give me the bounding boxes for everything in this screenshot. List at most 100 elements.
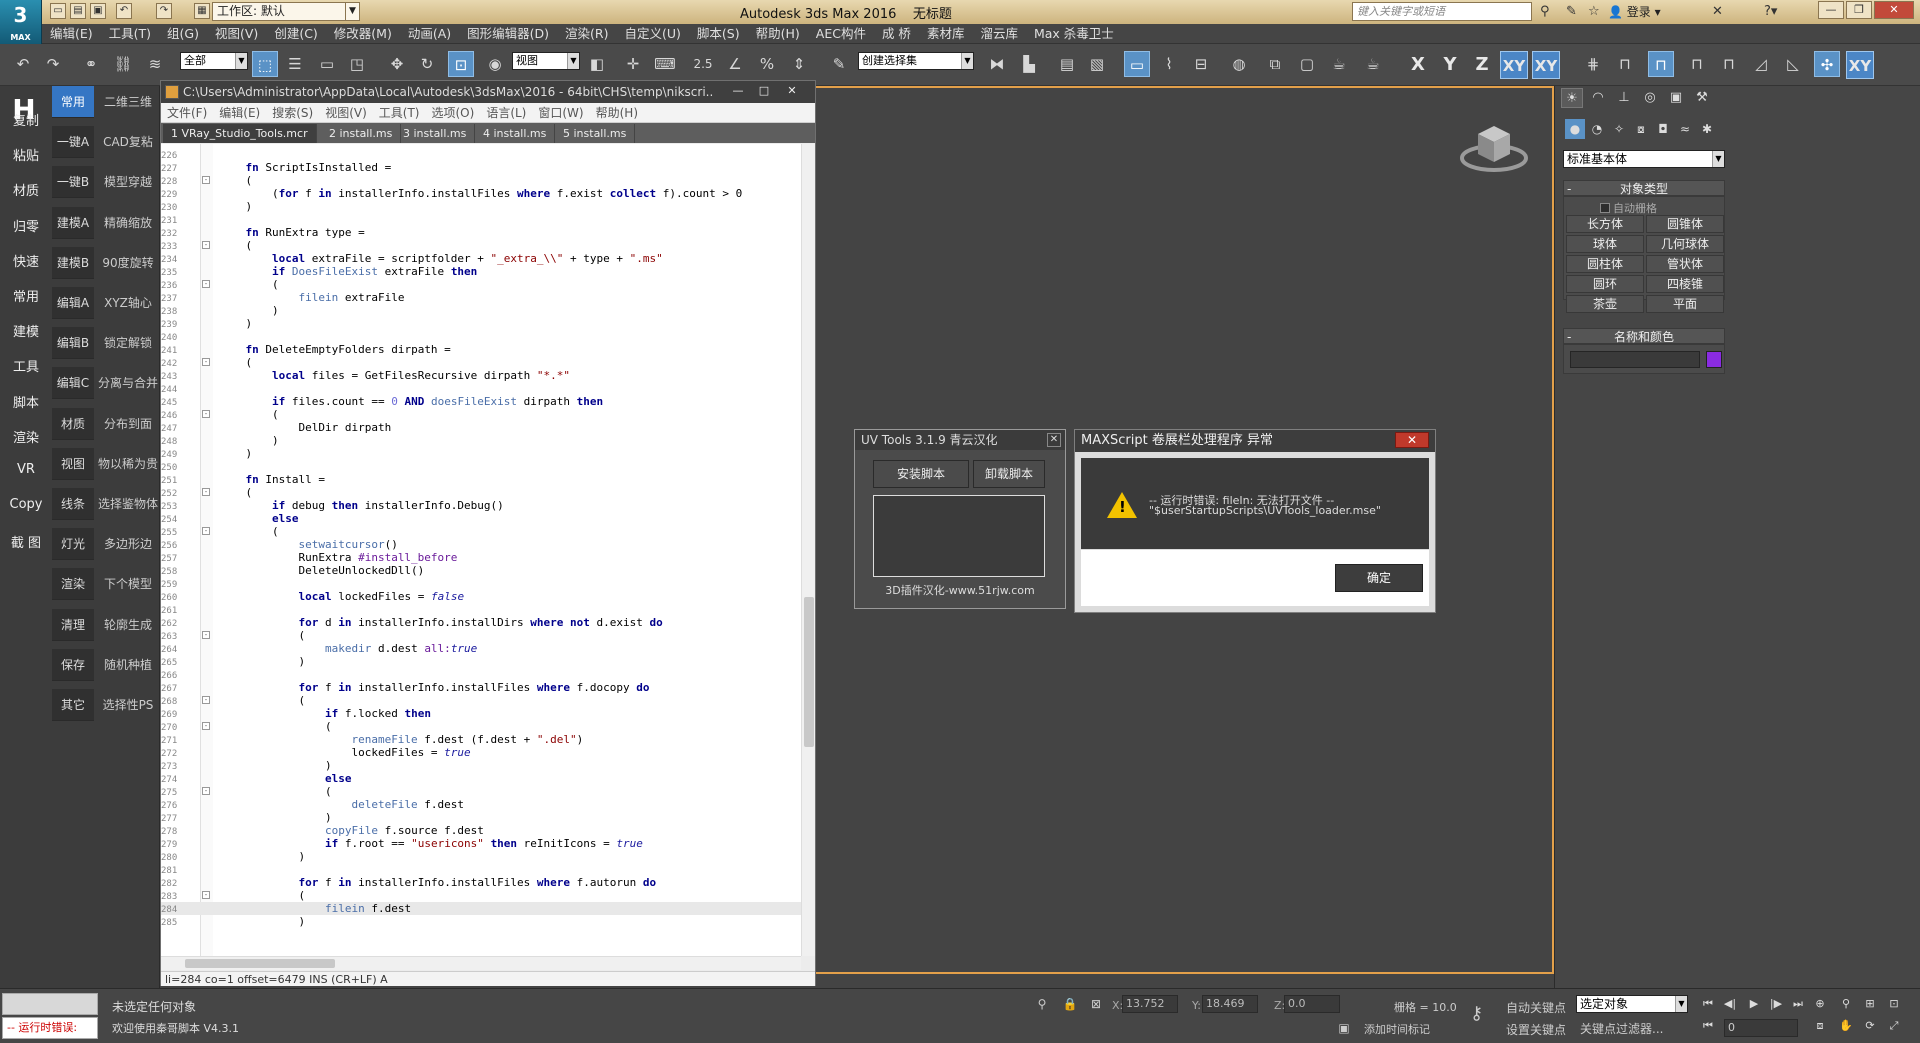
left-tool-6[interactable]: 建模 [0,321,52,340]
fold-toggle-icon[interactable]: - [202,891,210,899]
code-area[interactable]: 226 227 fn ScriptIsInstalled = 228- (229 (… [161,144,815,956]
editor-menu-item-1[interactable]: 编辑(E) [213,103,266,123]
align-icon[interactable]: ▙ [1016,51,1042,77]
systems-icon[interactable]: ✱ [1697,119,1717,139]
mirror-icon[interactable]: ⧓ [984,51,1010,77]
add-time-tag[interactable]: 添加时间标记 [1364,1021,1430,1037]
project-folder-icon[interactable]: ▦ [194,3,210,19]
menu-item-9[interactable]: 自定义(U) [617,24,689,44]
left-tool-0[interactable]: 复制 [0,110,52,129]
maximize-viewport-icon[interactable]: ⤢ [1884,1017,1904,1035]
axis-x-button[interactable]: X [1404,51,1432,79]
primitive-button-0[interactable]: 长方体 [1566,215,1644,233]
spinner-snap-icon[interactable]: ⇕ [786,51,812,77]
x-coordinate-field[interactable]: 13.752 [1122,995,1178,1013]
object-type-rollout-header[interactable]: - 对象类型 [1563,180,1725,196]
ribbon-toggle-icon[interactable]: ▭ [1124,51,1150,77]
scroll-thumb[interactable] [185,959,335,968]
editor-menu-item-0[interactable]: 文件(F) [161,103,213,123]
snap-magnet-icon[interactable]: ⊓ [1612,51,1638,77]
primitive-type-dropdown[interactable]: 标准基本体 ▼ [1563,150,1725,168]
key-filters-button[interactable]: 关键点过滤器... [1580,1020,1663,1037]
menu-item-14[interactable]: 素材库 [919,24,973,44]
zoom-viewport-icon[interactable]: ⚲ [1836,995,1856,1013]
editor-menu-item-5[interactable]: 选项(O) [426,103,481,123]
snap-edge-icon[interactable]: ◿ [1748,51,1774,77]
primitive-button-5[interactable]: 管状体 [1646,255,1724,273]
category-tab-13[interactable]: 清理 [52,608,94,641]
editor-menu-item-6[interactable]: 语言(L) [480,103,532,123]
primitive-button-6[interactable]: 圆环 [1566,275,1644,293]
category-tab-9[interactable]: 视图 [52,447,94,480]
category-tab-5[interactable]: 编辑A [52,287,94,319]
menu-item-5[interactable]: 修改器(M) [326,24,400,44]
left-tool-1[interactable]: 粘贴 [0,145,52,164]
snap-endpoint-icon[interactable]: ⊓ [1684,51,1710,77]
transform-mode-icon[interactable]: ⊠ [1088,997,1104,1013]
left-tool-7[interactable]: 工具 [0,356,52,375]
left-tool-2[interactable]: 材质 [0,180,52,199]
category-tab-10[interactable]: 线条 [52,488,94,520]
help-icon[interactable]: ?▾ [1764,3,1777,20]
motion-tab-icon[interactable]: ◎ [1639,88,1661,108]
scroll-thumb[interactable] [804,597,814,747]
snap-face-icon[interactable]: ◺ [1780,51,1806,77]
left-tool-12[interactable]: 截 图 [0,532,52,551]
new-file-icon[interactable]: ▭ [50,3,66,19]
go-to-start-icon[interactable]: ⏮ [1698,995,1718,1013]
menu-item-2[interactable]: 组(G) [159,24,207,44]
link-icon[interactable]: ⚭ [78,51,104,77]
script-button-14[interactable]: 随机种植 [96,649,160,681]
auto-key-button[interactable]: 自动关键点 [1506,999,1566,1016]
cameras-icon[interactable]: ⧇ [1631,119,1651,139]
key-mode-icon[interactable]: ⊕ [1810,995,1830,1013]
primitive-button-4[interactable]: 圆柱体 [1566,255,1644,273]
time-config-icon[interactable]: ⏮ [1698,1017,1718,1035]
menu-item-3[interactable]: 视图(V) [207,24,266,44]
scene-explorer-icon[interactable]: ▧ [1084,51,1110,77]
editor-menu-item-3[interactable]: 视图(V) [319,103,373,123]
keyboard-shortcut-icon[interactable]: ⌨ [652,51,678,77]
rendered-frame-icon[interactable]: ▢ [1294,51,1320,77]
menu-item-0[interactable]: 编辑(E) [42,24,101,44]
category-tab-11[interactable]: 灯光 [52,528,94,561]
script-button-6[interactable]: 锁定解锁 [96,327,160,359]
fold-toggle-icon[interactable]: - [202,696,210,704]
editor-close-button[interactable]: ✕ [781,83,803,99]
axis-z-button[interactable]: Z [1468,51,1496,79]
z-coordinate-field[interactable]: 0.0 [1284,995,1340,1013]
save-file-icon[interactable]: ▣ [90,3,106,19]
primitive-button-3[interactable]: 几何球体 [1646,235,1724,253]
previous-frame-icon[interactable]: ◀| [1720,995,1740,1013]
editor-menu-item-8[interactable]: 帮助(H) [590,103,644,123]
rotate-icon[interactable]: ↻ [414,51,440,77]
primitive-button-8[interactable]: 茶壶 [1566,295,1644,313]
menu-item-13[interactable]: 成 桥 [874,24,919,44]
rectangular-selection-icon[interactable]: ▭ [314,51,340,77]
pivot-center-icon[interactable]: ◧ [584,51,610,77]
time-tag-icon[interactable]: ▣ [1336,1021,1352,1037]
fold-toggle-icon[interactable]: - [202,176,210,184]
redo-icon[interactable]: ↷ [40,51,66,77]
spacewarps-icon[interactable]: ≈ [1675,119,1695,139]
render-production-icon[interactable]: ☕ [1326,51,1352,77]
menu-item-16[interactable]: Max 杀毒卫士 [1026,24,1122,44]
horizontal-scrollbar[interactable] [161,956,801,970]
helpers-icon[interactable]: ◘ [1653,119,1673,139]
snap-grid-icon[interactable]: ⋕ [1580,51,1606,77]
snaps-toggle-icon[interactable]: 2.5 [690,51,716,77]
category-tab-6[interactable]: 编辑B [52,327,94,360]
category-tab-3[interactable]: 建模A [52,206,94,239]
category-tab-2[interactable]: 一键B [52,166,94,199]
open-file-icon[interactable]: ▤ [70,3,86,19]
menu-item-11[interactable]: 帮助(H) [748,24,808,44]
left-tool-10[interactable]: VR [0,462,52,477]
orbit-icon[interactable]: ⟳ [1860,1017,1880,1035]
script-button-2[interactable]: 模型穿越 [96,166,160,198]
minimize-button[interactable]: — [1818,1,1844,19]
editor-tab-0[interactable]: 1 VRay_Studio_Tools.mcr [163,124,317,143]
schematic-view-icon[interactable]: ⊟ [1188,51,1214,77]
undo-icon[interactable]: ↶ [116,3,132,19]
login-button[interactable]: 👤 登录 ▾ [1608,3,1661,20]
communication-icon[interactable]: ✎ [1566,3,1577,20]
